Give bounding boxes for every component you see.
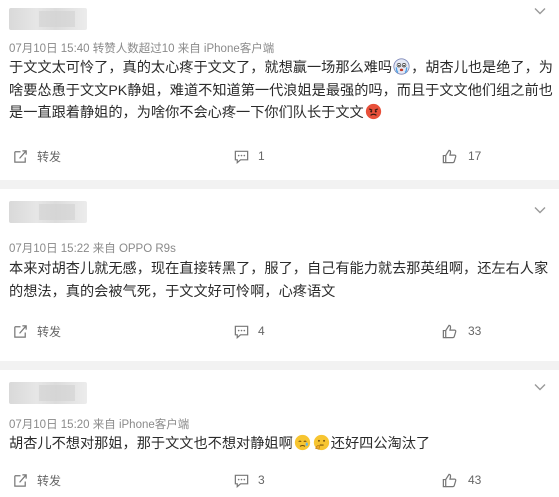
comment-text-part: 于文文太可怜了，真的太心疼于文文了，就想赢一场那么难吗 <box>9 60 393 76</box>
comment-icon <box>234 150 249 164</box>
comment-icon <box>234 325 249 339</box>
share-label: 转发 <box>37 324 62 339</box>
comment-card-2: 07月10日 15:22 来自 OPPO R9s 本来对胡杏儿就无感，现在直接转… <box>0 189 559 361</box>
share-label: 转发 <box>37 149 62 164</box>
comment-actions: 转发 4 33 <box>0 317 559 345</box>
comment-text-part: 还好四公淘汰了 <box>330 436 431 452</box>
angry-face-emoji <box>365 103 381 120</box>
username-blurred[interactable] <box>9 201 87 223</box>
thumbs-up-icon <box>442 149 457 163</box>
comment-text-part: 胡杏儿不想对那姐，那于文文也不想对静姐啊 <box>9 436 293 452</box>
reply-button[interactable]: 4 <box>233 317 265 345</box>
comment-text: 胡杏儿不想对那姐，那于文文也不想对静姐啊 还好四公淘汰了 <box>9 433 554 456</box>
like-button[interactable]: 33 <box>441 317 481 345</box>
comment-actions: 转发 3 43 <box>0 466 559 494</box>
comment-text: 于文文太可怜了，真的太心疼于文文了，就想赢一场那么难吗 ，胡杏儿也是绝了，为啥要… <box>9 57 554 125</box>
comment-text: 本来对胡杏儿就无感，现在直接转黑了，服了，自己有能力就去那英组啊，还左右人家的想… <box>9 261 549 300</box>
comment-actions: 转发 1 17 <box>0 142 559 170</box>
comment-meta: 07月10日 15:40 转赞人数超过10 来自 iPhone客户端 <box>9 43 275 55</box>
chevron-down-icon[interactable] <box>533 380 547 394</box>
comment-meta: 07月10日 15:20 来自 iPhone客户端 <box>9 419 190 431</box>
comment-icon <box>234 474 249 488</box>
crying-face-emoji <box>393 58 410 75</box>
separator <box>0 361 559 370</box>
username-blurred[interactable] <box>9 8 87 30</box>
share-button[interactable]: 转发 <box>12 142 61 170</box>
comment-count: 3 <box>258 473 265 487</box>
separator <box>0 180 559 189</box>
share-icon <box>14 473 27 487</box>
thinking-face-emoji <box>313 434 329 451</box>
like-count: 33 <box>468 324 482 338</box>
share-icon <box>14 324 27 338</box>
share-button[interactable]: 转发 <box>12 317 61 345</box>
share-icon <box>14 149 27 163</box>
comment-count: 1 <box>258 149 265 163</box>
comment-card-1: 07月10日 15:40 转赞人数超过10 来自 iPhone客户端 于文文太可… <box>0 0 559 180</box>
comment-count: 4 <box>258 324 265 338</box>
chevron-down-icon[interactable] <box>533 4 547 18</box>
like-button[interactable]: 43 <box>441 466 481 494</box>
username-blurred[interactable] <box>9 382 87 404</box>
thumbs-up-icon <box>442 324 457 338</box>
reply-button[interactable]: 1 <box>233 142 265 170</box>
share-button[interactable]: 转发 <box>12 466 61 494</box>
reply-button[interactable]: 3 <box>233 466 265 494</box>
sad-face-emoji <box>294 434 310 451</box>
comment-meta: 07月10日 15:22 来自 OPPO R9s <box>9 243 176 255</box>
like-count: 43 <box>468 473 482 487</box>
comment-card-3: 07月10日 15:20 来自 iPhone客户端 胡杏儿不想对那姐，那于文文也… <box>0 370 559 497</box>
thumbs-up-icon <box>442 473 457 487</box>
chevron-down-icon[interactable] <box>533 203 547 217</box>
like-button[interactable]: 17 <box>441 142 481 170</box>
share-label: 转发 <box>37 473 62 488</box>
like-count: 17 <box>468 149 482 163</box>
